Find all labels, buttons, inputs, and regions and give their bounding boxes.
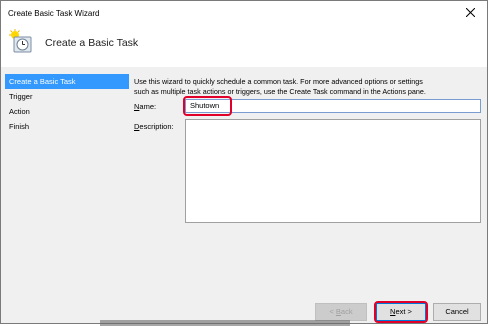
description-field[interactable]: [185, 119, 481, 223]
step-action[interactable]: Action: [5, 104, 129, 119]
description-label-rest: escription:: [139, 122, 174, 131]
step-trigger[interactable]: Trigger: [5, 89, 129, 104]
next-button-highlight: [374, 301, 428, 323]
back-label-post: ack: [340, 307, 353, 316]
wizard-header: Create a Basic Task: [1, 27, 487, 67]
close-button[interactable]: [455, 1, 487, 25]
intro-text: Use this wizard to quickly schedule a co…: [134, 77, 482, 96]
cancel-button[interactable]: Cancel: [433, 303, 481, 321]
intro-line-2: such as multiple task actions or trigger…: [134, 86, 426, 96]
task-clock-icon: [9, 29, 32, 53]
close-icon: [466, 8, 475, 17]
wizard-heading: Create a Basic Task: [45, 37, 139, 49]
title-bar: Create Basic Task Wizard: [1, 1, 487, 27]
wizard-steps: Create a Basic Task Trigger Action Finis…: [5, 74, 129, 134]
background-window-edge: [100, 320, 350, 326]
back-button[interactable]: < Back: [315, 303, 367, 321]
name-label: Name:: [134, 102, 156, 111]
wizard-body: Create a Basic Task Trigger Action Finis…: [1, 67, 487, 323]
window-title: Create Basic Task Wizard: [8, 9, 100, 18]
step-finish[interactable]: Finish: [5, 119, 129, 134]
wizard-window: Create Basic Task Wizard Create a Basic …: [0, 0, 488, 324]
description-label: Description:: [134, 122, 174, 131]
name-field-highlight: [183, 96, 232, 116]
name-label-rest: ame:: [139, 102, 157, 111]
intro-line-1: Use this wizard to quickly schedule a co…: [134, 77, 423, 86]
step-create-basic-task[interactable]: Create a Basic Task: [5, 74, 129, 89]
